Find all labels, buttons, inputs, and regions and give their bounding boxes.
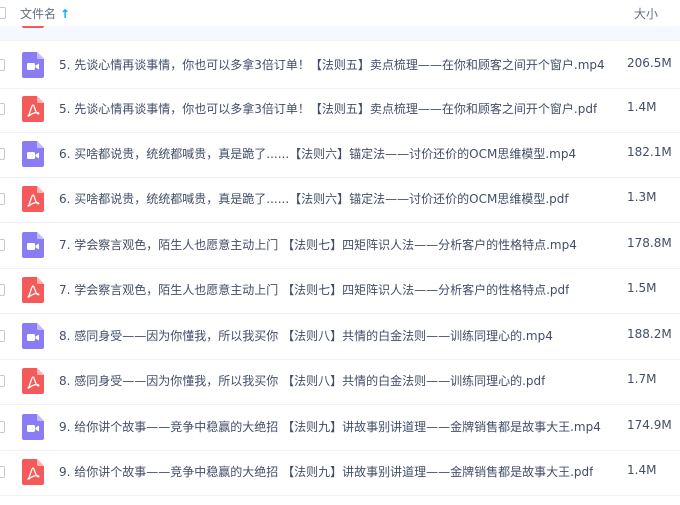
file-size: 206.5M (627, 56, 672, 70)
file-name-link[interactable]: 6. 买啥都说贵，统统都喊贵，真是跪了......【法则六】锚定法——讨价还价的… (59, 190, 569, 207)
file-row[interactable]: 7. 学会察言观色，陌生人也愿意主动上门 【法则七】四矩阵识人法——分析客户的性… (0, 224, 680, 269)
file-name-link[interactable]: 6. 买啥都说贵，统统都喊贵，真是跪了......【法则六】锚定法——讨价还价的… (59, 145, 576, 162)
size-column-label[interactable]: 大小 (634, 5, 658, 22)
file-row[interactable]: 6. 买啥都说贵，统统都喊贵，真是跪了......【法则六】锚定法——讨价还价的… (0, 178, 680, 223)
file-size: 1.7M (627, 372, 657, 386)
file-row[interactable]: 5. 先谈心情再谈事情，你也可以多拿3倍订单！【法则五】卖点梳理——在你和顾客之… (0, 88, 680, 133)
file-row-checkbox[interactable] (0, 284, 5, 296)
file-size: 1.4M (627, 100, 657, 114)
file-size: 188.2M (627, 327, 672, 341)
pdf-file-icon (22, 459, 44, 485)
file-row[interactable]: 9. 给你讲个故事——竞争中稳赢的大绝招 【法则九】讲故事别讲道理——金牌销售都… (0, 406, 680, 451)
file-row-checkbox[interactable] (0, 193, 5, 205)
pdf-file-icon (22, 368, 44, 394)
sort-ascending-icon: ↑ (60, 6, 71, 21)
file-row-checkbox[interactable] (0, 59, 5, 71)
file-name-link[interactable]: 7. 学会察言观色，陌生人也愿意主动上门 【法则七】四矩阵识人法——分析客户的性… (59, 236, 577, 253)
file-name-link[interactable]: 7. 学会察言观色，陌生人也愿意主动上门 【法则七】四矩阵识人法——分析客户的性… (59, 281, 569, 298)
file-row[interactable]: 8. 感同身受——因为你懂我，所以我买你 【法则八】共情的白金法则——训练同理心… (0, 315, 680, 360)
video-file-icon (22, 52, 44, 78)
select-all-checkbox[interactable] (0, 7, 6, 19)
file-name-link[interactable]: 9. 给你讲个故事——竞争中稳赢的大绝招 【法则九】讲故事别讲道理——金牌销售都… (59, 418, 601, 435)
file-size: 1.4M (627, 463, 657, 477)
file-name-link[interactable]: 5. 先谈心情再谈事情，你也可以多拿3倍订单！【法则五】卖点梳理——在你和顾客之… (59, 100, 597, 117)
sort-by-name[interactable]: 文件名 ↑ (20, 5, 70, 22)
file-row[interactable]: 8. 感同身受——因为你懂我，所以我买你 【法则八】共情的白金法则——训练同理心… (0, 360, 680, 405)
pdf-file-icon (22, 277, 44, 303)
file-row-checkbox[interactable] (0, 466, 5, 478)
pdf-file-icon (22, 96, 44, 122)
name-column-label: 文件名 (20, 7, 57, 21)
file-size: 1.3M (627, 190, 657, 204)
file-row-checkbox[interactable] (0, 239, 5, 251)
video-file-icon (22, 414, 44, 440)
file-row-checkbox[interactable] (0, 421, 5, 433)
file-row[interactable]: 5. 先谈心情再谈事情，你也可以多拿3倍订单！【法则五】卖点梳理——在你和顾客之… (0, 44, 680, 89)
list-header: 文件名 ↑ 大小 (0, 0, 680, 26)
file-size: 1.5M (627, 281, 657, 295)
file-name-link[interactable]: 8. 感同身受——因为你懂我，所以我买你 【法则八】共情的白金法则——训练同理心… (59, 372, 545, 389)
file-row-checkbox[interactable] (0, 148, 5, 160)
file-size: 178.8M (627, 236, 672, 250)
pdf-file-icon (22, 186, 44, 212)
file-name-link[interactable]: 8. 感同身受——因为你懂我，所以我买你 【法则八】共情的白金法则——训练同理心… (59, 327, 553, 344)
file-row[interactable]: 7. 学会察言观色，陌生人也愿意主动上门 【法则七】四矩阵识人法——分析客户的性… (0, 269, 680, 314)
file-name-link[interactable]: 5. 先谈心情再谈事情，你也可以多拿3倍订单！【法则五】卖点梳理——在你和顾客之… (59, 56, 605, 73)
file-name-link[interactable]: 9. 给你讲个故事——竞争中稳赢的大绝招 【法则九】讲故事别讲道理——金牌销售都… (59, 463, 593, 480)
file-size: 174.9M (627, 418, 672, 432)
file-size: 182.1M (627, 145, 672, 159)
file-row[interactable]: 9. 给你讲个故事——竞争中稳赢的大绝招 【法则九】讲故事别讲道理——金牌销售都… (0, 451, 680, 496)
file-row-checkbox[interactable] (0, 330, 5, 342)
video-file-icon (22, 323, 44, 349)
file-row-checkbox[interactable] (0, 375, 5, 387)
video-file-icon (22, 232, 44, 258)
file-row[interactable]: 6. 买啥都说贵，统统都喊贵，真是跪了......【法则六】锚定法——讨价还价的… (0, 133, 680, 178)
video-file-icon (22, 141, 44, 167)
file-row-checkbox[interactable] (0, 103, 5, 115)
